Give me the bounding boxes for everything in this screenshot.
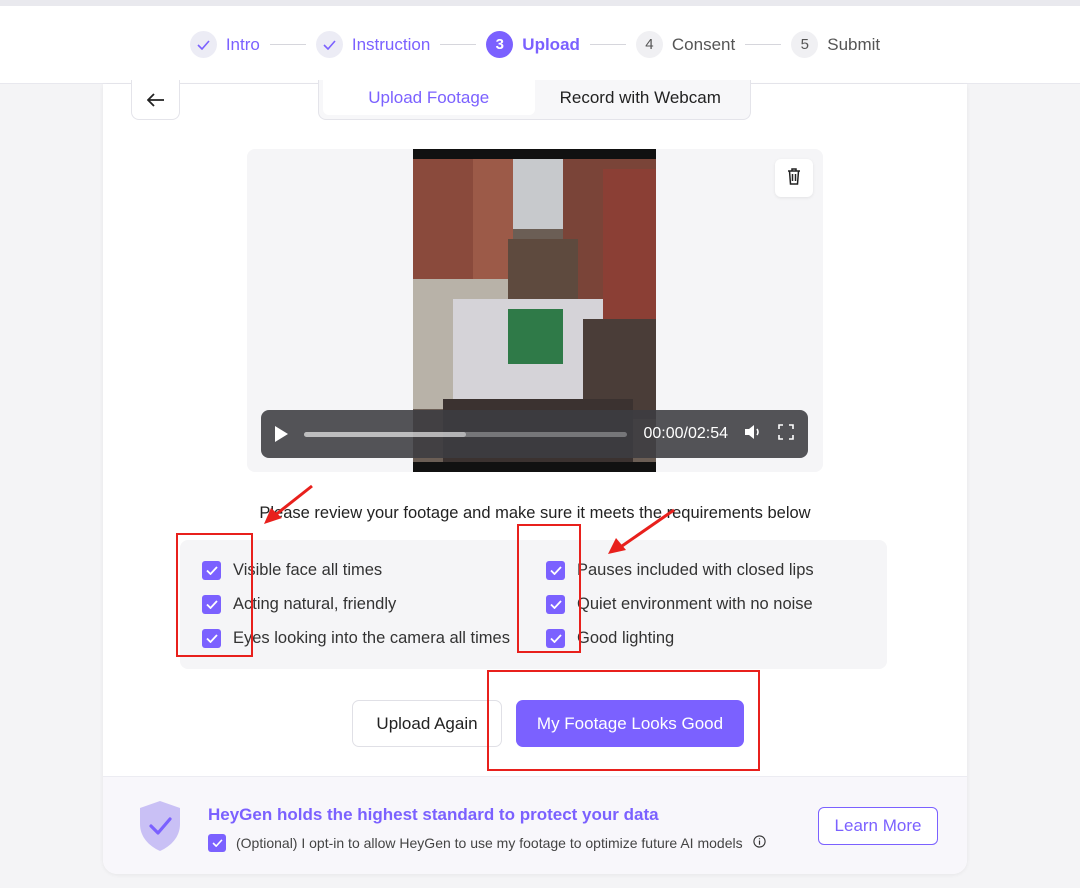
requirement-label: Good lighting: [577, 629, 675, 647]
delete-footage-button[interactable]: [775, 159, 813, 197]
check-icon: [315, 31, 343, 58]
step-submit[interactable]: 5 Submit: [791, 31, 880, 58]
check-icon: [189, 31, 217, 58]
video-progress-bar[interactable]: [304, 431, 628, 437]
requirements-right: Pauses included with closed lips Quiet e…: [546, 560, 814, 649]
requirement-item: Quiet environment with no noise: [546, 594, 814, 615]
fullscreen-icon[interactable]: [778, 423, 794, 445]
step-connector: [440, 44, 477, 45]
step-label: Submit: [827, 34, 881, 54]
step-upload[interactable]: 3 Upload: [486, 31, 580, 58]
step-number: 5: [791, 31, 819, 58]
step-connector: [269, 44, 306, 45]
trash-icon: [786, 167, 802, 190]
requirement-item: Good lighting: [546, 628, 814, 649]
step-connector: [745, 44, 782, 45]
requirement-label: Visible face all times: [233, 561, 383, 579]
step-label: Upload: [522, 34, 580, 54]
annotation-box-right-checkboxes: [517, 524, 581, 653]
data-protection-footer: HeyGen holds the highest standard to pro…: [103, 776, 967, 874]
back-button[interactable]: [131, 80, 180, 120]
step-label: Instruction: [351, 34, 431, 54]
annotation-box-confirm-button: [487, 670, 760, 771]
step-number: 4: [635, 31, 663, 58]
volume-icon[interactable]: [744, 424, 762, 445]
arrow-left-icon: [146, 87, 165, 113]
step-connector: [589, 44, 626, 45]
video-preview: 00:00/02:54: [247, 149, 823, 472]
footer-title: HeyGen holds the highest standard to pro…: [208, 805, 659, 824]
video-time: 00:00/02:54: [643, 425, 728, 442]
tab-upload-footage[interactable]: Upload Footage: [323, 80, 535, 115]
info-icon[interactable]: [752, 835, 766, 851]
review-instruction: Please review your footage and make sure…: [259, 504, 811, 522]
upload-again-button[interactable]: Upload Again: [352, 700, 502, 747]
requirement-item: Pauses included with closed lips: [546, 560, 814, 581]
tab-record-webcam[interactable]: Record with Webcam: [535, 80, 747, 115]
step-label: Consent: [671, 34, 736, 54]
annotation-arrow-left: [264, 484, 313, 524]
annotation-box-left-checkboxes: [176, 533, 253, 657]
requirement-label: Quiet environment with no noise: [577, 595, 813, 613]
requirement-label: Eyes looking into the camera all times: [233, 629, 510, 647]
stepper: Intro Instruction 3 Upload 4 Consent 5 S…: [189, 31, 880, 58]
shield-check-icon: [138, 800, 182, 857]
annotation-arrow-right: [608, 508, 675, 554]
requirement-label: Acting natural, friendly: [233, 595, 397, 613]
step-consent[interactable]: 4 Consent: [635, 31, 736, 58]
opt-in-label: (Optional) I opt-in to allow HeyGen to u…: [236, 835, 743, 851]
play-icon[interactable]: [275, 426, 288, 442]
step-label: Intro: [225, 34, 260, 54]
requirement-label: Pauses included with closed lips: [577, 561, 814, 579]
source-tabs: Upload Footage Record with Webcam: [318, 80, 751, 120]
step-intro[interactable]: Intro: [189, 31, 260, 58]
opt-in-checkbox[interactable]: [208, 834, 226, 852]
opt-in-row: (Optional) I opt-in to allow HeyGen to u…: [208, 834, 766, 852]
step-instruction[interactable]: Instruction: [315, 31, 431, 58]
learn-more-button[interactable]: Learn More: [818, 807, 938, 845]
step-number: 3: [486, 31, 514, 58]
stepper-bar: Intro Instruction 3 Upload 4 Consent 5 S…: [0, 0, 1080, 84]
video-controls: 00:00/02:54: [261, 410, 808, 458]
buffered-fill: [304, 431, 466, 437]
